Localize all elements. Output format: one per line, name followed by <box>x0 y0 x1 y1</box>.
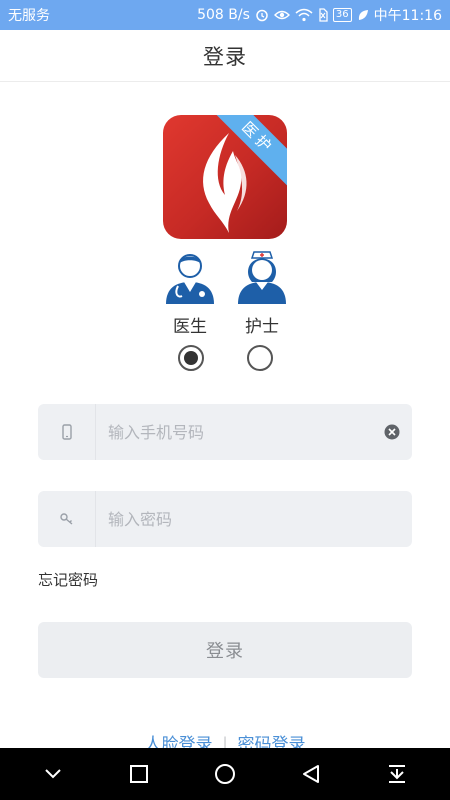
wifi-icon <box>295 8 313 22</box>
network-speed: 508 B/s <box>197 7 250 23</box>
doctor-radio[interactable] <box>178 345 204 371</box>
password-input[interactable] <box>96 491 412 547</box>
role-nurse[interactable]: 护士 <box>232 248 292 337</box>
login-button[interactable]: 登录 <box>38 622 412 678</box>
phone-field <box>38 404 412 460</box>
clear-icon[interactable] <box>372 404 412 460</box>
status-indicators: 508 B/s 36 中午11:16 <box>197 5 442 25</box>
home-icon[interactable] <box>205 754 245 794</box>
back-icon[interactable] <box>291 754 331 794</box>
notification-pull-icon[interactable] <box>377 754 417 794</box>
role-label-doctor: 医生 <box>173 317 207 337</box>
app-logo: 医护 <box>163 115 287 239</box>
clock-text: 中午11:16 <box>373 8 442 24</box>
phone-icon <box>38 404 96 460</box>
carrier-text: 无服务 <box>8 8 50 24</box>
password-field <box>38 491 412 547</box>
key-icon <box>38 491 96 547</box>
alarm-icon <box>255 8 269 22</box>
recent-apps-icon[interactable] <box>119 754 159 794</box>
eye-icon <box>273 9 290 21</box>
no-sim-icon <box>318 8 328 22</box>
battery-indicator: 36 <box>332 8 352 22</box>
chevron-down-icon[interactable] <box>33 754 73 794</box>
title-bar: 登录 <box>0 30 450 82</box>
leaf-icon <box>357 9 369 21</box>
role-doctor[interactable]: 医生 <box>160 248 220 337</box>
system-nav-bar <box>0 748 450 800</box>
doctor-icon <box>166 254 214 304</box>
phone-input[interactable] <box>96 404 372 460</box>
nurse-icon <box>238 251 286 304</box>
status-bar: 无服务 508 B/s 36 中午11:16 <box>0 0 450 30</box>
role-label-nurse: 护士 <box>245 317 279 337</box>
nurse-radio[interactable] <box>247 345 273 371</box>
page-title: 登录 <box>203 44 247 69</box>
forgot-password-link[interactable]: 忘记密码 <box>38 569 98 590</box>
